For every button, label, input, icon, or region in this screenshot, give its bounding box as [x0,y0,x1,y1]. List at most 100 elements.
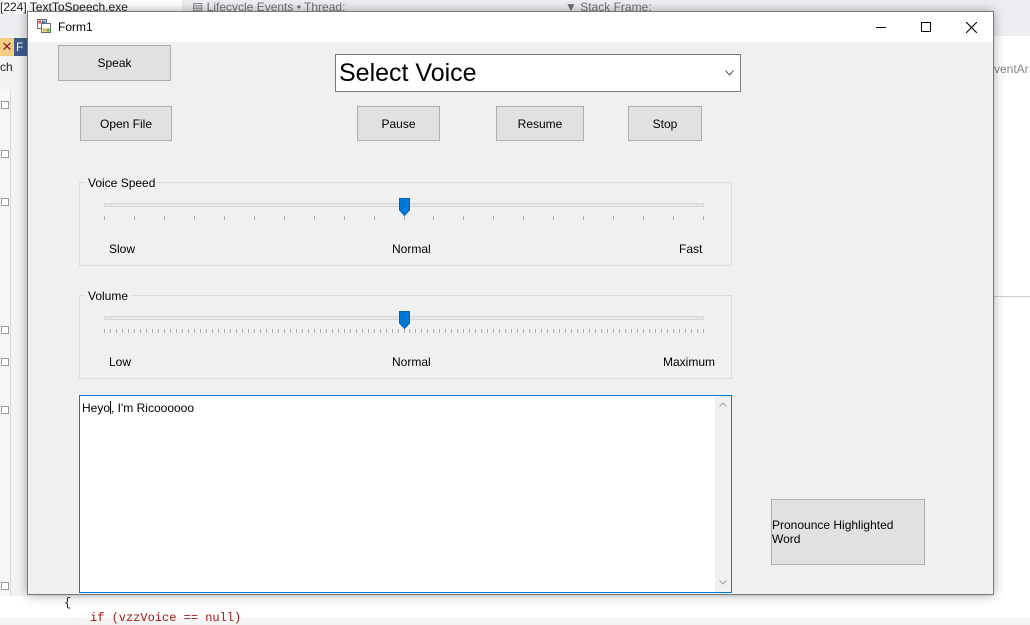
slider-tick [104,216,105,220]
slider-tick [134,216,135,220]
slider-tick [475,329,476,333]
slider-tick [302,329,303,333]
voice-speed-min-label: Slow [109,242,136,256]
volume-slider[interactable] [104,311,704,338]
voice-speed-group-label: Voice Speed [86,176,158,190]
slider-tick [583,329,584,333]
slider-tick [439,329,440,333]
text-after-caret: , I'm Ricoooooo [111,401,195,415]
slider-tick [164,329,165,333]
slider-tick [266,329,267,333]
slider-tick [122,329,123,333]
pause-button[interactable]: Pause [357,106,440,141]
slider-tick [236,329,237,333]
ide-close-icon[interactable]: ✕ [0,38,14,56]
close-button[interactable] [948,12,994,42]
slider-tick [583,216,584,220]
slider-tick [248,329,249,333]
scroll-up-icon[interactable] [719,402,727,407]
slider-tick [649,329,650,333]
open-file-button[interactable]: Open File [80,106,172,141]
slider-tick [535,329,536,333]
collapse-icon[interactable] [1,101,9,109]
slider-tick [170,329,171,333]
minimize-button[interactable] [858,12,904,42]
slider-tick [595,329,596,333]
slider-tick [188,329,189,333]
text-content: Heyo, I'm Ricoooooo [82,399,194,415]
voice-speed-slider[interactable] [104,198,704,225]
slider-tick [242,329,243,333]
voice-select[interactable]: Select Voice [335,54,741,92]
maximize-button[interactable] [903,12,949,42]
slider-tick [260,329,261,333]
slider-tick [134,329,135,333]
slider-tick [224,216,225,220]
volume-min-label: Low [109,355,132,369]
slider-tick [368,329,369,333]
slider-tick [463,329,464,333]
window-title: Form1 [58,20,93,34]
slider-tick [182,329,183,333]
text-input-area[interactable]: Heyo, I'm Ricoooooo [79,395,732,593]
slider-tick [338,329,339,333]
slider-tick [679,329,680,333]
title-bar[interactable]: Form1 [28,12,993,42]
collapse-icon[interactable] [1,406,9,414]
slider-tick [523,216,524,220]
resume-button-label: Resume [517,116,563,131]
ide-right-pane [994,36,1030,596]
slider-tick [553,329,554,333]
code-line-brace: { [64,596,72,610]
slider-tick [451,329,452,333]
collapse-icon[interactable] [1,358,9,366]
slider-tick [529,329,530,333]
chevron-down-icon [725,67,734,79]
collapse-icon[interactable] [1,582,9,590]
volume-max-label: Maximum [663,355,716,369]
text-scrollbar[interactable] [715,396,731,592]
volume-thumb[interactable] [399,311,410,329]
slider-tick [643,329,644,333]
slider-tick [404,329,405,333]
slider-tick [194,216,195,220]
voice-speed-thumb[interactable] [399,198,410,216]
slider-tick [469,329,470,333]
slider-tick [463,216,464,220]
slider-tick [565,329,566,333]
slider-tick [140,329,141,333]
slider-tick [362,329,363,333]
slider-tick [374,216,375,220]
collapse-icon[interactable] [1,326,9,334]
slider-tick [433,329,434,333]
slider-tick [296,329,297,333]
slider-tick [655,329,656,333]
slider-tick [631,329,632,333]
stop-button[interactable]: Stop [628,106,702,141]
close-icon [965,21,977,33]
slider-tick [152,329,153,333]
speak-button[interactable]: Speak [58,45,171,81]
slider-tick [386,329,387,333]
collapse-icon[interactable] [1,150,9,158]
slider-tick [284,329,285,333]
resume-button[interactable]: Resume [496,106,584,141]
slider-tick [284,216,285,220]
slider-tick [374,329,375,333]
slider-tick [703,216,704,220]
slider-tick [703,329,704,333]
slider-tick [487,329,488,333]
slider-tick [230,329,231,333]
scroll-down-icon[interactable] [719,580,727,585]
slider-tick [427,329,428,333]
slider-tick [176,329,177,333]
slider-tick [571,329,572,333]
slider-tick [380,329,381,333]
collapse-icon[interactable] [1,198,9,206]
slider-tick [499,329,500,333]
slider-tick [146,329,147,333]
slider-tick [194,329,195,333]
slider-tick [206,329,207,333]
slider-tick [158,329,159,333]
pronounce-highlighted-word-button[interactable]: Pronounce Highlighted Word [771,499,925,565]
